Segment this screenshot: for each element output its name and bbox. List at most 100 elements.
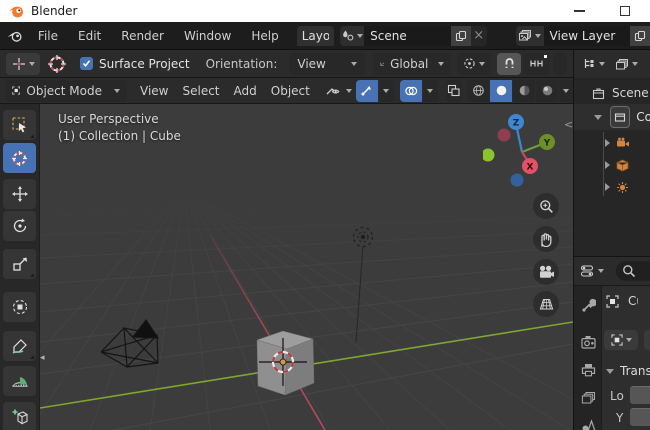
perspective-toggle-button[interactable]: [533, 291, 559, 317]
location-x-field[interactable]: [630, 386, 650, 404]
gizmo-x-label: X: [527, 163, 534, 173]
gizmo-y-ball[interactable]: Y: [539, 134, 555, 150]
collapse-arrow-icon[interactable]: [594, 114, 602, 120]
menu-window[interactable]: Window: [174, 29, 241, 43]
tool-annotate[interactable]: [3, 331, 36, 361]
scene-browse-button[interactable]: [339, 25, 365, 46]
expand-arrow-icon[interactable]: [605, 161, 610, 169]
active-tool-button[interactable]: [6, 52, 40, 75]
zoom-button[interactable]: [533, 193, 559, 219]
maximize-button[interactable]: [608, 0, 642, 22]
outliner-display-mode-dropdown[interactable]: [582, 57, 605, 71]
gizmo-neg-y-ball[interactable]: [483, 148, 495, 162]
overlays-toggle-group: [399, 79, 438, 102]
transform-orientation-value: Global: [390, 56, 429, 71]
clipped-widget[interactable]: [553, 52, 568, 75]
outliner-object-row-light[interactable]: [574, 176, 650, 198]
pan-button[interactable]: [533, 226, 559, 252]
shading-solid-button[interactable]: [490, 79, 512, 102]
object-selector-dropdown[interactable]: [604, 330, 638, 350]
scene-name-field[interactable]: Scene: [364, 25, 452, 46]
tool-add-cube[interactable]: [3, 402, 36, 430]
shading-rendered-button[interactable]: [536, 79, 558, 102]
properties-editor-type-dropdown[interactable]: [580, 264, 604, 278]
expand-arrow-icon[interactable]: [605, 139, 610, 147]
mode-dropdown[interactable]: Object Mode: [5, 79, 127, 102]
orientation-dropdown[interactable]: View: [289, 52, 366, 75]
tab-render[interactable]: [576, 330, 600, 354]
object-type-visibility-dropdown[interactable]: [325, 84, 352, 98]
tool-cursor[interactable]: [3, 143, 36, 173]
tool-transform[interactable]: [3, 292, 36, 322]
chevron-down-icon: [535, 33, 542, 38]
show-gizmos-toggle[interactable]: [355, 79, 378, 102]
menu-edit[interactable]: Edit: [68, 29, 111, 43]
tab-scene[interactable]: [576, 414, 600, 430]
camera-view-button[interactable]: [533, 259, 559, 285]
snap-target-dropdown[interactable]: [523, 52, 550, 75]
tab-tool[interactable]: [576, 292, 600, 316]
outliner-filter-dropdown[interactable]: [615, 58, 638, 71]
gizmo-neg-z-ball[interactable]: [510, 173, 524, 187]
view-layer-field[interactable]: View Layer: [543, 25, 631, 46]
tool-rotate[interactable]: [3, 211, 36, 241]
outliner-object-row-camera[interactable]: [574, 132, 650, 154]
shading-dropdown[interactable]: [559, 79, 573, 102]
menu-file[interactable]: File: [28, 29, 68, 43]
pivot-point-icon: [464, 58, 476, 69]
viewport-menu-object[interactable]: Object: [264, 84, 317, 98]
object-name-field-clipped[interactable]: [644, 330, 650, 350]
toolbar-expand-arrow[interactable]: ◂: [40, 353, 45, 363]
blender-logo-icon[interactable]: [6, 28, 24, 44]
menu-help[interactable]: Help: [241, 29, 288, 43]
gizmo-neg-x-ball[interactable]: [497, 128, 511, 142]
menu-render[interactable]: Render: [111, 29, 174, 43]
collection-icon-button[interactable]: [610, 106, 631, 128]
snap-toggle-button[interactable]: [497, 52, 522, 75]
3d-viewport[interactable]: User Perspective (1) Collection | Cube Z…: [40, 104, 573, 430]
sidebar-toggle[interactable]: <: [564, 118, 573, 131]
tab-view-layer[interactable]: [576, 386, 600, 410]
viewport-menu-view[interactable]: View: [133, 84, 175, 98]
tool-measure[interactable]: [3, 366, 36, 396]
viewport-menu-add[interactable]: Add: [227, 84, 264, 98]
shading-material-button[interactable]: [513, 79, 535, 102]
breadcrumb-object-name: Cube: [628, 294, 638, 308]
window-title: Blender: [31, 4, 78, 18]
xray-toggle[interactable]: [445, 79, 462, 102]
minimize-button[interactable]: [562, 0, 596, 22]
camera-object[interactable]: [100, 318, 160, 368]
chevron-down-icon: [479, 61, 486, 66]
location-y-field[interactable]: [630, 408, 650, 426]
gizmos-dropdown[interactable]: [378, 79, 394, 102]
gizmo-z-label: Z: [513, 119, 520, 129]
move-icon: [11, 186, 28, 202]
gizmo-x-ball[interactable]: X: [522, 158, 538, 174]
viewport-menu-select[interactable]: Select: [175, 84, 226, 98]
transform-orientation-dropdown[interactable]: Global: [373, 52, 452, 75]
outliner-object-row-cube[interactable]: [574, 154, 650, 176]
properties-search-field[interactable]: [616, 261, 650, 281]
surface-project-checkbox[interactable]: [80, 57, 93, 70]
tool-select-box[interactable]: [3, 110, 36, 140]
show-overlays-toggle[interactable]: [399, 79, 422, 102]
pivot-point-dropdown[interactable]: [457, 52, 492, 75]
outliner-scene-row[interactable]: Scene: [574, 82, 650, 104]
tab-output[interactable]: [576, 358, 600, 382]
overlays-dropdown[interactable]: [422, 79, 438, 102]
view-layer-browse-button[interactable]: [515, 25, 544, 46]
workspace-tab-layout[interactable]: Layout: [296, 25, 334, 46]
tool-move[interactable]: [3, 179, 36, 209]
outliner-collection-row[interactable]: Collection: [574, 104, 650, 130]
scene-copy-button[interactable]: [451, 25, 471, 46]
navigation-gizmo[interactable]: Z Y X: [483, 110, 563, 190]
gizmo-z-ball[interactable]: Z: [508, 114, 524, 130]
shading-wireframe-button[interactable]: [467, 79, 489, 102]
minimize-icon: [573, 10, 585, 12]
expand-arrow-icon[interactable]: [605, 183, 610, 191]
chevron-down-icon: [625, 338, 632, 342]
view-layer-copy-button[interactable]: [630, 25, 650, 46]
scene-unlink-button[interactable]: ×: [470, 25, 487, 46]
tool-scale[interactable]: [3, 249, 36, 279]
transform-panel-header[interactable]: Transform: [606, 364, 650, 378]
